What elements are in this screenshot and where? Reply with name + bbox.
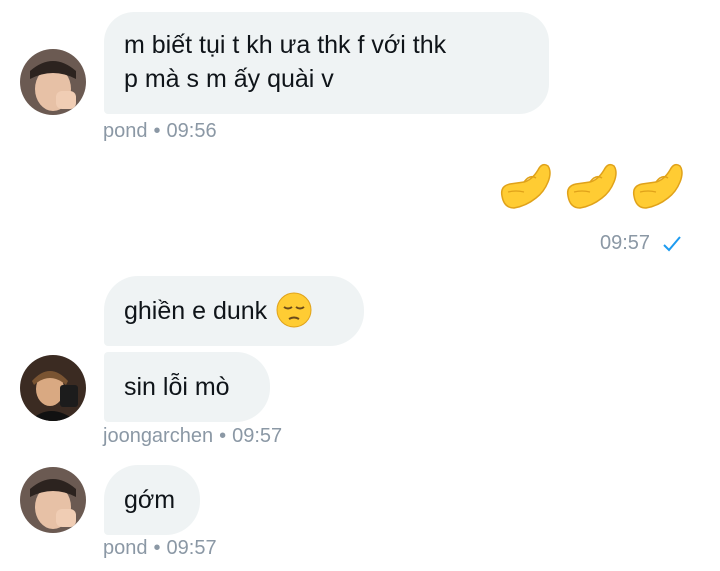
message-meta: joongarchen • 09:57	[103, 424, 282, 448]
message-text: gớm	[124, 486, 176, 514]
author-name[interactable]: pond	[103, 537, 148, 559]
timestamp: 09:57	[600, 232, 651, 254]
emoji-message[interactable]	[494, 156, 686, 220]
read-check-icon	[662, 236, 681, 252]
pinched-fingers-icon	[632, 163, 683, 209]
meta-separator: •	[153, 537, 161, 559]
meta-separator: •	[153, 120, 161, 142]
timestamp: 09:57	[166, 537, 217, 559]
message-bubble[interactable]: m biết tụi t kh ưa thk f với thk p mà s …	[104, 12, 549, 114]
timestamp: 09:56	[166, 120, 217, 142]
message-bubble[interactable]: ghiền e dunk	[104, 276, 364, 346]
author-name[interactable]: pond	[103, 120, 148, 142]
message-bubble[interactable]: gớm	[104, 465, 200, 535]
pensive-face-icon	[276, 292, 312, 328]
message-bubble[interactable]: sin lỗi mò	[104, 352, 270, 422]
message-meta: pond • 09:56	[103, 119, 217, 143]
avatar-joongarchen[interactable]	[20, 355, 86, 421]
message-meta: pond • 09:57	[103, 536, 217, 560]
author-name[interactable]: joongarchen	[103, 425, 213, 447]
message-text-line: m biết tụi t kh ưa thk f với thk	[124, 31, 447, 59]
message-text: ghiền e dunk	[124, 297, 268, 325]
timestamp: 09:57	[232, 425, 283, 447]
avatar-pond[interactable]	[20, 467, 86, 533]
message-text: sin lỗi mò	[124, 373, 230, 401]
meta-separator: •	[219, 425, 227, 447]
message-meta: 09:57	[600, 231, 682, 255]
message-text-line: p mà s m ấy quài v	[124, 65, 334, 93]
avatar-pond[interactable]	[20, 49, 86, 115]
pinched-fingers-icon	[500, 163, 551, 209]
pinched-fingers-icon	[566, 163, 617, 209]
